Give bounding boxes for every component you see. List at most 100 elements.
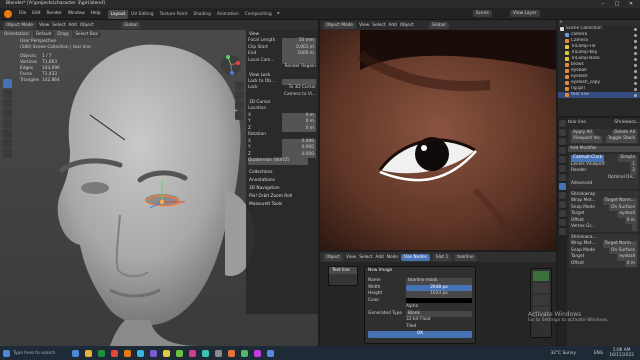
grid-icon[interactable]	[235, 111, 244, 120]
render-menu-add[interactable]: Add	[389, 23, 397, 28]
node-menu-add[interactable]: Add	[375, 255, 383, 260]
measureit-section[interactable]: MeasureIt Tools	[246, 200, 318, 208]
offset-2-field[interactable]: 0 m	[624, 260, 637, 267]
target-2-field[interactable]: eyeball	[617, 254, 637, 261]
node-menu-select[interactable]: Select	[359, 255, 372, 260]
menu-render[interactable]: Render	[44, 8, 65, 20]
data-tab-icon[interactable]	[559, 219, 566, 226]
camera-view-icon[interactable]	[235, 101, 244, 110]
image-name-input[interactable]: tearline mask	[406, 278, 472, 285]
scene-tab-icon[interactable]	[559, 156, 566, 163]
render-mode-selector[interactable]: Object Mode	[323, 21, 357, 29]
taskbar-search-text[interactable]: Type here to search	[13, 351, 69, 356]
taskbar-app-icon[interactable]	[228, 349, 235, 357]
navigation-section[interactable]: 3D Navigation	[246, 184, 318, 192]
tab-animation[interactable]: Animation	[214, 10, 242, 19]
shader-node-editor[interactable]: Object View Select Add Node Use Nodes Sl…	[320, 252, 556, 346]
outliner-item[interactable]: tear line	[558, 92, 640, 98]
render-tab-icon[interactable]	[559, 129, 566, 136]
taskbar-app-icon[interactable]	[215, 349, 222, 357]
text-line-node[interactable]: Text line	[328, 266, 358, 286]
taskbar-app-icon[interactable]	[176, 349, 183, 357]
render-menu-view[interactable]: View	[359, 23, 369, 28]
visibility-eye-icon[interactable]	[634, 69, 637, 73]
visibility-eye-icon[interactable]	[634, 57, 637, 61]
world-tab-icon[interactable]	[559, 165, 566, 172]
render-region-checkbox[interactable]: Render Region	[246, 64, 318, 71]
maximize-button[interactable]: □	[610, 0, 624, 8]
outliner-search-icon[interactable]: ⌕	[560, 20, 562, 26]
alpha-checkbox[interactable]: Alpha	[406, 304, 472, 311]
wrap-method-2-dropdown[interactable]: Target Norm...	[602, 241, 637, 248]
tab-compositing[interactable]: Compositing	[242, 10, 275, 19]
visibility-eye-icon[interactable]	[634, 33, 637, 37]
pan-hand-icon[interactable]	[235, 91, 244, 100]
wrap-method-1-dropdown[interactable]: Target Norm...	[602, 198, 637, 205]
language-indicator[interactable]: ENG	[594, 351, 603, 356]
visibility-eye-icon[interactable]	[634, 81, 637, 85]
close-button[interactable]: ✕	[624, 0, 638, 8]
use-nodes-toggle[interactable]: Use Nodes	[401, 253, 430, 261]
menu-file[interactable]: File	[16, 8, 29, 20]
taskbar-app-icon[interactable]	[111, 349, 118, 357]
viewport-vis-button[interactable]: Viewport Vis	[571, 136, 602, 143]
node-menu-node[interactable]: Node	[387, 255, 398, 260]
menu-help[interactable]: Help	[88, 8, 104, 20]
image-color-swatch[interactable]	[406, 297, 472, 303]
navigation-gizmo[interactable]	[220, 54, 242, 76]
view-layer-tab-icon[interactable]	[559, 147, 566, 154]
visibility-eye-icon[interactable]	[634, 51, 637, 55]
rotation-mode-dropdown[interactable]: Quaternion (WXYZ)	[246, 158, 318, 165]
render-preview-viewport[interactable]: Object Mode View Select Add Object Globa…	[320, 20, 556, 250]
visibility-eye-icon[interactable]	[634, 39, 637, 43]
tab-uv-editing[interactable]: UV Editing	[128, 10, 156, 19]
taskbar-app-icon[interactable]	[98, 349, 105, 357]
taskbar-app-icon[interactable]	[150, 349, 157, 357]
render-menu-select[interactable]: Select	[372, 23, 385, 28]
taskbar-app-icon[interactable]	[85, 349, 92, 357]
collections-section[interactable]: Collections	[246, 168, 318, 176]
scene-selector[interactable]: Scene	[472, 10, 492, 17]
object-tab-icon[interactable]	[559, 174, 566, 181]
taskbar-app-icon[interactable]	[163, 349, 170, 357]
view-layer-selector[interactable]: View Layer	[509, 10, 540, 17]
constraints-tab-icon[interactable]	[559, 210, 566, 217]
visibility-eye-icon[interactable]	[634, 75, 637, 79]
cursor-section-header[interactable]: 3D Cursor	[246, 99, 318, 106]
optimal-display-checkbox[interactable]: Optimal Dis...	[608, 175, 637, 182]
taskbar-app-icon[interactable]	[267, 349, 274, 357]
tab-shading[interactable]: Shading	[190, 10, 213, 19]
taskbar-app-icon[interactable]	[189, 349, 196, 357]
visibility-eye-icon[interactable]	[634, 93, 637, 97]
annotations-section[interactable]: Annotations	[246, 176, 318, 184]
tab-layout[interactable]: Layout	[107, 9, 129, 19]
output-tab-icon[interactable]	[559, 138, 566, 145]
pie-section[interactable]: Pie! Orbit Zoom Roll	[246, 192, 318, 200]
ok-button[interactable]: OK	[368, 331, 472, 338]
modifier-tab-icon[interactable]	[559, 183, 566, 190]
clock[interactable]: 1:06 AM 16/11/2022	[609, 348, 634, 358]
toggle-stack-button[interactable]: Toggle Stack	[605, 136, 637, 143]
visibility-eye-icon[interactable]	[634, 87, 637, 91]
visibility-eye-icon[interactable]	[634, 45, 637, 49]
shader-type-dropdown[interactable]: Object	[323, 253, 343, 261]
start-windows-icon[interactable]	[3, 349, 10, 357]
node-menu-view[interactable]: View	[346, 255, 356, 260]
menu-window[interactable]: Window	[65, 8, 88, 20]
visibility-eye-icon[interactable]	[634, 63, 637, 67]
tiled-checkbox[interactable]: Tiled	[406, 324, 472, 331]
taskbar-app-icon[interactable]	[254, 349, 261, 357]
view-lock-header[interactable]: View Lock	[246, 71, 318, 79]
tool-tab-icon[interactable]	[559, 120, 566, 127]
taskbar-app-icon[interactable]	[241, 349, 248, 357]
advanced-subpanel[interactable]: Advanced	[571, 181, 592, 188]
tab-texture-paint[interactable]: Texture Paint	[157, 10, 191, 19]
material-tab-icon[interactable]	[559, 228, 566, 235]
target-1-field[interactable]: eyeball	[617, 211, 637, 218]
vertex-group-1-field[interactable]	[631, 224, 637, 231]
zoom-icon[interactable]	[235, 81, 244, 90]
view-section-header[interactable]: View	[246, 31, 318, 38]
blender-logo-icon[interactable]	[4, 9, 12, 18]
taskbar-app-icon[interactable]	[72, 349, 79, 357]
minimize-button[interactable]: –	[596, 0, 610, 8]
